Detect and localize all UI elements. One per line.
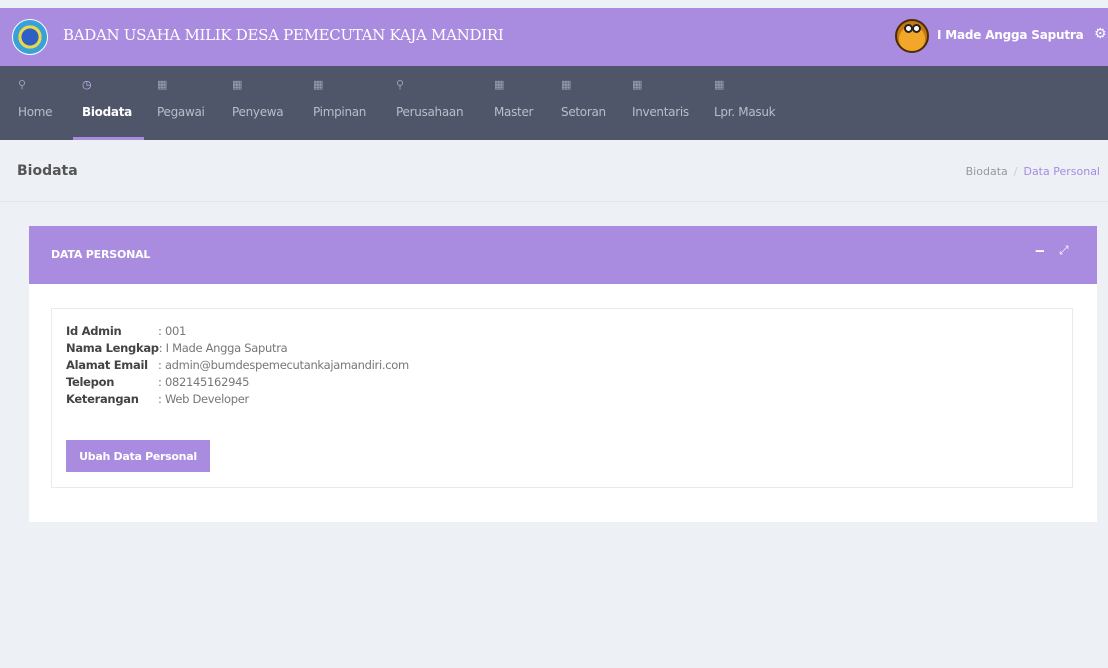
field-colon: : [158,375,165,389]
nav-item-label: Penyewa [232,105,284,119]
personal-info-box: Id Admin : 001 Nama Lengkap : I Made Ang… [51,308,1073,488]
edit-personal-data-button[interactable]: Ubah Data Personal [66,440,210,472]
field-colon: : [158,358,165,372]
field-value: admin@bumdespemecutankajamandiri.com [164,358,409,372]
breadcrumb: Biodata / Data Personal [966,165,1100,178]
field-label: Telepon [66,375,115,389]
logo-icon[interactable] [12,19,48,55]
info-row-nama-lengkap: Nama Lengkap : I Made Angga Saputra [66,341,409,358]
field-label: Nama Lengkap [66,341,159,355]
nav-item-perusahaan[interactable]: ⚲ Perusahaan [396,66,464,140]
field-label: Id Admin [66,324,122,338]
nav-item-lpr-masuk[interactable]: ▦ Lpr. Masuk [714,66,776,140]
nav-item-label: Lpr. Masuk [714,105,776,119]
info-row-id-admin: Id Admin : 001 [66,324,409,341]
user-name[interactable]: I Made Angga Saputra [937,28,1084,42]
calendar-icon: ▦ [232,78,243,91]
wrench-icon: ⚲ [18,78,27,91]
clock-icon: ◷ [82,78,92,91]
info-row-telepon: Telepon : 082145162945 [66,375,409,392]
gear-icon[interactable]: ⚙ [1094,26,1107,42]
field-value: 001 [164,324,186,338]
nav-item-home[interactable]: ⚲ Home [18,66,53,140]
nav-item-pimpinan[interactable]: ▦ Pimpinan [313,66,366,140]
nav-item-label: Home [18,105,53,119]
field-value: Web Developer [164,392,249,406]
nav-item-label: Biodata [82,105,132,119]
nav-item-label: Master [494,105,534,119]
calendar-icon: ▦ [313,78,324,91]
field-colon: : [158,341,166,355]
nav-item-biodata[interactable]: ◷ Biodata [82,66,132,140]
field-label: Keterangan [66,392,139,406]
page-title: Biodata [17,163,78,179]
field-value: I Made Angga Saputra [165,341,288,355]
nav-item-pegawai[interactable]: ▦ Pegawai [157,66,205,140]
main-nav: ⚲ Home ◷ Biodata ▦ Pegawai ▦ Penyewa ▦ P… [0,66,1108,140]
calendar-icon: ▦ [714,78,725,91]
nav-item-setoran[interactable]: ▦ Setoran [561,66,606,140]
nav-item-label: Pimpinan [313,105,367,119]
card-header: DATA PERSONAL ‒ ⤢ [29,226,1097,284]
expand-icon[interactable]: ⤢ [1059,243,1069,258]
breadcrumb-current: Data Personal [1023,165,1100,178]
calendar-icon: ▦ [157,78,168,91]
nav-item-label: Setoran [561,105,606,119]
field-label: Alamat Email [66,358,148,372]
nav-item-master[interactable]: ▦ Master [494,66,533,140]
wrench-icon: ⚲ [396,78,405,91]
app-title[interactable]: BADAN USAHA MILIK DESA PEMECUTAN KAJA MA… [63,26,504,44]
user-avatar-icon[interactable] [895,19,929,53]
field-colon: : [158,392,165,406]
info-row-keterangan: Keterangan : Web Developer [66,392,409,409]
nav-item-label: Inventaris [632,105,689,119]
data-personal-card: DATA PERSONAL ‒ ⤢ Id Admin : 001 Nama Le… [29,226,1097,522]
nav-item-label: Perusahaan [396,105,464,119]
breadcrumb-link-biodata[interactable]: Biodata [966,165,1008,178]
page-header: Biodata Biodata / Data Personal [0,140,1108,202]
top-header: BADAN USAHA MILIK DESA PEMECUTAN KAJA MA… [0,8,1108,66]
field-value: 082145162945 [164,375,250,389]
personal-info-list: Id Admin : 001 Nama Lengkap : I Made Ang… [66,324,409,409]
breadcrumb-separator: / [1013,165,1018,178]
card-title: DATA PERSONAL [51,248,151,261]
info-row-alamat-email: Alamat Email : admin@bumdespemecutankaja… [66,358,409,375]
nav-item-inventaris[interactable]: ▦ Inventaris [632,66,689,140]
minimize-icon[interactable]: ‒ [1035,243,1045,259]
nav-item-label: Pegawai [157,105,205,119]
calendar-icon: ▦ [632,78,643,91]
nav-item-penyewa[interactable]: ▦ Penyewa [232,66,284,140]
field-colon: : [158,324,165,338]
calendar-icon: ▦ [494,78,505,91]
calendar-icon: ▦ [561,78,572,91]
